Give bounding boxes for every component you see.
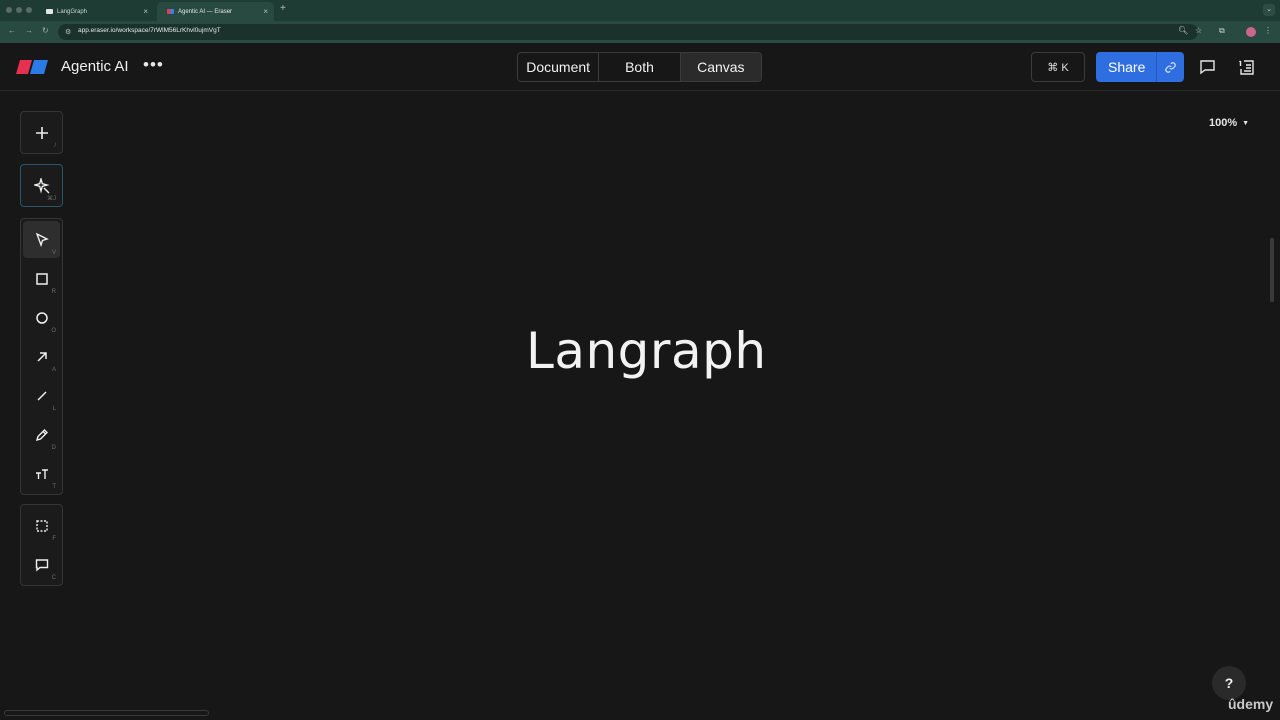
- vertical-scrollbar[interactable]: [1270, 238, 1274, 302]
- app-header: Agentic AI ••• Document Both Canvas ⌘ K …: [0, 43, 1280, 91]
- horizontal-scrollbar[interactable]: [4, 710, 209, 716]
- tab-label: Agentic AI — Eraser: [178, 8, 233, 15]
- more-options-button[interactable]: •••: [143, 55, 164, 75]
- square-icon: [35, 272, 48, 285]
- comment-tool[interactable]: C: [23, 546, 60, 583]
- url-field[interactable]: ⚙ app.eraser.io/workspace/7rWlM56LrKhvl0…: [58, 24, 1198, 40]
- view-document-button[interactable]: Document: [518, 53, 600, 81]
- speech-bubble-icon: [35, 558, 48, 571]
- tab-close-icon[interactable]: ×: [263, 7, 268, 16]
- command-palette-button[interactable]: ⌘ K: [1031, 52, 1085, 82]
- tab-search-chevron-icon[interactable]: ⌄: [1263, 4, 1275, 16]
- window-minimize-dot[interactable]: [16, 7, 22, 13]
- tab-close-icon[interactable]: ×: [143, 7, 148, 16]
- zoom-level: 100%: [1209, 117, 1238, 129]
- canvas-text-element[interactable]: Langraph: [526, 322, 767, 380]
- drawing-tool-group: V R O A L D T: [20, 218, 63, 495]
- line-icon: [36, 390, 47, 401]
- diagonal-arrow-icon: [36, 351, 47, 362]
- comments-icon[interactable]: [1196, 56, 1218, 78]
- eraser-logo-icon[interactable]: [16, 60, 48, 74]
- plus-icon: [35, 126, 48, 139]
- caret-down-icon: ▼: [1242, 120, 1250, 127]
- shortcut-hint: D: [51, 445, 56, 451]
- ellipse-tool[interactable]: O: [23, 299, 60, 336]
- shortcut-hint: L: [52, 406, 56, 412]
- line-tool[interactable]: L: [23, 377, 60, 414]
- ai-tool-group: ⌘J: [20, 164, 63, 207]
- select-tool[interactable]: V: [23, 221, 60, 258]
- shortcut-hint: R: [51, 289, 56, 295]
- window-zoom-dot[interactable]: [26, 7, 32, 13]
- cursor-arrow-icon: [35, 232, 49, 247]
- reload-icon[interactable]: ↻: [42, 26, 49, 35]
- browser-address-bar: ← → ↻ ⚙ app.eraser.io/workspace/7rWlM56L…: [0, 21, 1280, 43]
- rectangle-tool[interactable]: R: [23, 260, 60, 297]
- view-both-button[interactable]: Both: [599, 53, 681, 81]
- tab-favicon-icon: [46, 9, 53, 14]
- add-button[interactable]: /: [23, 114, 60, 151]
- extensions-puzzle-icon[interactable]: ⧉: [1219, 26, 1225, 36]
- shortcut-hint: A: [51, 367, 56, 373]
- shortcut-hint: ⌘J: [47, 196, 56, 202]
- copy-link-icon[interactable]: [1156, 52, 1184, 82]
- url-text: app.eraser.io/workspace/7rWlM56LrKhvl0uj…: [78, 27, 221, 34]
- udemy-watermark: ûdemy: [1228, 696, 1274, 712]
- back-arrow-icon[interactable]: ←: [8, 26, 16, 35]
- add-tool-group: /: [20, 111, 63, 154]
- forward-arrow-icon[interactable]: →: [25, 26, 33, 35]
- tab-label: LangGraph: [57, 8, 88, 15]
- outline-panel-icon[interactable]: [1236, 56, 1258, 78]
- frame-dashed-icon: [35, 519, 48, 532]
- document-title[interactable]: Agentic AI: [61, 58, 129, 75]
- browser-tab-bar: LangGraph × Agentic AI — Eraser × + ⌄: [0, 0, 1280, 21]
- shortcut-hint: F: [52, 536, 56, 542]
- pencil-icon: [35, 428, 48, 441]
- view-canvas-button[interactable]: Canvas: [680, 53, 761, 81]
- browser-menu-icon[interactable]: ⋮: [1264, 26, 1272, 35]
- browser-tab-eraser[interactable]: Agentic AI — Eraser ×: [157, 2, 274, 21]
- sparkle-wand-icon: [33, 177, 50, 194]
- zoom-selector[interactable]: 100% ▼: [1209, 117, 1249, 129]
- help-button[interactable]: ?: [1212, 666, 1246, 700]
- new-tab-button[interactable]: +: [280, 3, 286, 14]
- profile-avatar[interactable]: [1246, 27, 1256, 37]
- ai-generate-button[interactable]: ⌘J: [23, 167, 60, 204]
- shortcut-hint: C: [51, 575, 56, 581]
- site-info-icon[interactable]: ⚙: [65, 28, 71, 36]
- share-button[interactable]: Share: [1096, 52, 1184, 82]
- window-close-dot[interactable]: [6, 7, 12, 13]
- view-mode-switcher: Document Both Canvas: [517, 52, 762, 82]
- pen-tool[interactable]: D: [23, 416, 60, 453]
- frame-tool[interactable]: F: [23, 507, 60, 544]
- text-tool[interactable]: T: [23, 455, 60, 492]
- shortcut-hint: /: [54, 143, 56, 149]
- tab-favicon-icon: [167, 9, 174, 14]
- text-size-icon: [35, 468, 48, 479]
- shortcut-hint: T: [52, 484, 56, 490]
- zoom-magnifier-icon[interactable]: 🔍︎: [1178, 26, 1188, 35]
- arrow-tool[interactable]: A: [23, 338, 60, 375]
- shortcut-hint: V: [51, 250, 56, 256]
- shortcut-hint: O: [51, 328, 56, 334]
- browser-tab-langgraph[interactable]: LangGraph ×: [36, 2, 154, 21]
- bookmark-star-icon[interactable]: ☆: [1195, 26, 1202, 35]
- circle-icon: [35, 311, 48, 324]
- share-label: Share: [1108, 59, 1146, 75]
- extra-tool-group: F C: [20, 504, 63, 586]
